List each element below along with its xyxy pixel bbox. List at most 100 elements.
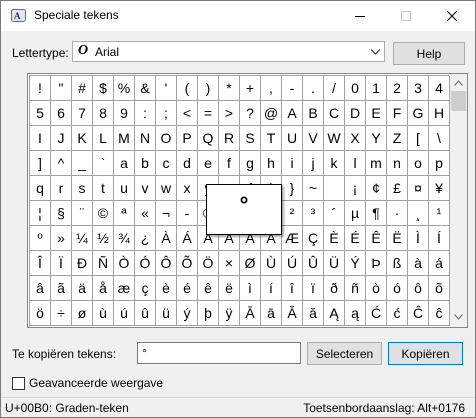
char-cell[interactable]: Ú: [282, 251, 303, 276]
char-cell[interactable]: -: [282, 76, 303, 101]
char-cell[interactable]: Ù: [261, 251, 282, 276]
char-cell[interactable]: »: [51, 226, 72, 251]
char-cell[interactable]: Î: [30, 251, 51, 276]
char-cell[interactable]: ¦: [30, 201, 51, 226]
char-cell[interactable]: !: [30, 76, 51, 101]
char-cell[interactable]: a: [114, 151, 135, 176]
char-cell[interactable]: ): [198, 76, 219, 101]
char-cell[interactable]: l: [345, 151, 366, 176]
copy-button[interactable]: Kopiëren: [388, 342, 463, 365]
char-cell[interactable]: ²: [282, 201, 303, 226]
char-cell[interactable]: §: [51, 201, 72, 226]
char-cell[interactable]: ·: [387, 201, 408, 226]
char-cell[interactable]: ¶: [366, 201, 387, 226]
minimize-button[interactable]: [337, 1, 383, 31]
char-cell[interactable]: Ø: [240, 251, 261, 276]
char-cell[interactable]: æ: [114, 276, 135, 301]
char-cell[interactable]: O: [156, 126, 177, 151]
char-cell[interactable]: 1: [366, 76, 387, 101]
char-cell[interactable]: /: [324, 76, 345, 101]
char-cell[interactable]: %: [114, 76, 135, 101]
char-cell[interactable]: 6: [51, 101, 72, 126]
char-cell[interactable]: À: [156, 226, 177, 251]
char-cell[interactable]: Û: [303, 251, 324, 276]
char-cell[interactable]: ;: [156, 101, 177, 126]
char-cell[interactable]: ú: [114, 301, 135, 326]
char-cell[interactable]: R: [219, 126, 240, 151]
scroll-thumb[interactable]: [451, 91, 466, 111]
char-cell[interactable]: ¹: [429, 201, 450, 226]
char-cell[interactable]: H: [429, 101, 450, 126]
char-cell[interactable]: F: [387, 101, 408, 126]
char-cell[interactable]: ç: [135, 276, 156, 301]
close-button[interactable]: [429, 1, 475, 31]
char-cell[interactable]: Ê: [366, 226, 387, 251]
char-cell[interactable]: ¸: [408, 201, 429, 226]
char-cell[interactable]: é: [177, 276, 198, 301]
char-cell[interactable]: û: [135, 301, 156, 326]
char-cell[interactable]: ñ: [345, 276, 366, 301]
char-cell[interactable]: [: [408, 126, 429, 151]
char-cell[interactable]: Ï: [51, 251, 72, 276]
char-cell[interactable]: õ: [429, 276, 450, 301]
char-cell[interactable]: d: [177, 151, 198, 176]
char-cell[interactable]: J: [51, 126, 72, 151]
char-cell[interactable]: D: [345, 101, 366, 126]
char-cell[interactable]: ©: [93, 201, 114, 226]
char-cell[interactable]: Í: [429, 226, 450, 251]
char-cell[interactable]: .: [303, 76, 324, 101]
char-cell[interactable]: A: [282, 101, 303, 126]
char-cell[interactable]: #: [72, 76, 93, 101]
char-cell[interactable]: Õ: [177, 251, 198, 276]
char-cell[interactable]: Á: [177, 226, 198, 251]
characters-to-copy-input[interactable]: [137, 342, 301, 364]
char-cell[interactable]: U: [282, 126, 303, 151]
advanced-view-label[interactable]: Geavanceerde weergave: [29, 376, 163, 390]
char-cell[interactable]: b: [135, 151, 156, 176]
char-cell[interactable]: ½: [93, 226, 114, 251]
char-cell[interactable]: Ë: [387, 226, 408, 251]
char-cell[interactable]: È: [324, 226, 345, 251]
char-cell[interactable]: Z: [387, 126, 408, 151]
char-cell[interactable]: X: [345, 126, 366, 151]
char-cell[interactable]: W: [324, 126, 345, 151]
char-cell[interactable]: g: [240, 151, 261, 176]
char-cell[interactable]: P: [177, 126, 198, 151]
char-cell[interactable]: 0: [345, 76, 366, 101]
char-cell[interactable]: ]: [30, 151, 51, 176]
char-cell[interactable]: j: [303, 151, 324, 176]
char-cell[interactable]: ý: [177, 301, 198, 326]
char-cell[interactable]: :: [135, 101, 156, 126]
char-cell[interactable]: M: [114, 126, 135, 151]
char-cell[interactable]: 7: [72, 101, 93, 126]
char-cell[interactable]: +: [240, 76, 261, 101]
char-cell[interactable]: Ĉ: [408, 301, 429, 326]
advanced-view-checkbox[interactable]: [12, 376, 25, 390]
char-cell[interactable]: Ó: [135, 251, 156, 276]
char-cell[interactable]: ă: [303, 301, 324, 326]
char-cell[interactable]: Ü: [324, 251, 345, 276]
char-cell[interactable]: ,: [261, 76, 282, 101]
char-cell[interactable]: ~: [303, 176, 324, 201]
char-cell[interactable]: V: [303, 126, 324, 151]
char-cell[interactable]: ë: [219, 276, 240, 301]
char-cell[interactable]: Þ: [366, 251, 387, 276]
char-cell[interactable]: ô: [408, 276, 429, 301]
char-cell[interactable]: í: [261, 276, 282, 301]
char-cell[interactable]: º: [30, 226, 51, 251]
char-cell[interactable]: «: [135, 201, 156, 226]
scroll-up-arrow-icon[interactable]: [454, 80, 463, 86]
char-cell[interactable]: Ò: [114, 251, 135, 276]
char-cell[interactable]: Ö: [198, 251, 219, 276]
char-cell[interactable]: É: [345, 226, 366, 251]
char-cell[interactable]: 3: [408, 76, 429, 101]
char-cell[interactable]: Ç: [303, 226, 324, 251]
char-cell[interactable]: w: [156, 176, 177, 201]
char-cell[interactable]: ÷: [51, 301, 72, 326]
char-cell[interactable]: &: [135, 76, 156, 101]
char-cell[interactable]: ã: [51, 276, 72, 301]
char-cell[interactable]: ×: [219, 251, 240, 276]
char-cell[interactable]: ¼: [72, 226, 93, 251]
char-cell[interactable]: ć: [387, 301, 408, 326]
char-cell[interactable]: â: [30, 276, 51, 301]
